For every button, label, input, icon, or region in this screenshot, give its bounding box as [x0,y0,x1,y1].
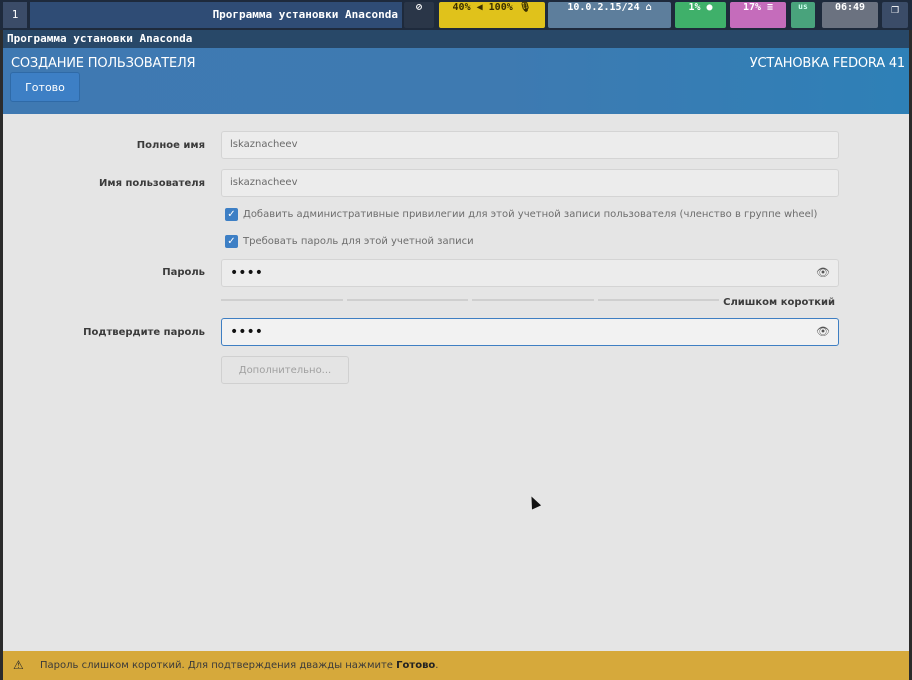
password-field[interactable]: •••• 👁 [221,259,839,287]
password-value: •••• [230,265,264,281]
warning-icon: ⚠ [13,658,24,672]
keyboard-layout-indicator[interactable]: us [791,2,815,28]
admin-checkbox[interactable]: ✓ Добавить административные привилегии д… [225,208,817,221]
window-switch-icon[interactable]: ❐ [882,2,908,28]
require-password-label: Требовать пароль для этой учетной записи [243,236,474,247]
warning-message: Пароль слишком короткий. Для подтвержден… [40,660,438,671]
warning-text-suffix: . [435,660,439,671]
fullname-value: lskaznacheev [230,139,298,150]
product-title: УСТАНОВКА FEDORA 41 [749,56,905,71]
network-indicator: 10.0.2.15/24 ⌂ [548,2,671,28]
strength-segment [221,299,343,301]
fullname-field[interactable]: lskaznacheev [221,131,839,159]
username-value: iskaznacheev [230,177,298,188]
password-strength-label: Слишком короткий [723,297,835,308]
system-status-bar: 1 Программа установки Anaconda ⊘ 40% ◀ 1… [0,0,912,30]
advanced-button[interactable]: Дополнительно... [221,356,349,384]
password-label: Пароль [162,267,205,278]
show-password-eye-icon[interactable]: 👁 [816,260,830,286]
focused-window-title: Программа установки Anaconda [30,2,402,28]
show-password-eye-icon[interactable]: 👁 [816,319,830,345]
done-button[interactable]: Готово [10,72,80,102]
confirm-password-label: Подтвердите пароль [83,327,205,338]
fullname-label: Полное имя [136,140,205,151]
cpu-indicator: 1% ● [675,2,726,28]
warning-bar[interactable]: ⚠ Пароль слишком короткий. Для подтвержд… [3,651,909,680]
confirm-password-value: •••• [230,324,264,340]
confirm-password-field[interactable]: •••• 👁 [221,318,839,346]
warning-text-bold: Готово [396,660,436,671]
strength-segment [597,299,719,301]
spoke-header: СОЗДАНИЕ ПОЛЬЗОВАТЕЛЯ УСТАНОВКА FEDORA 4… [3,48,909,114]
password-strength-bar [221,298,719,302]
app-titlebar: Программа установки Anaconda [3,30,909,48]
workspace-indicator[interactable]: 1 [3,2,27,28]
eye-off-icon: ⊘ [404,2,434,28]
checkmark-icon: ✓ [225,235,238,248]
installer-window: СОЗДАНИЕ ПОЛЬЗОВАТЕЛЯ УСТАНОВКА FEDORA 4… [3,48,909,680]
volume-indicator[interactable]: 40% ◀ 100% 🎙 [439,2,545,28]
warning-text-prefix: Пароль слишком короткий. Для подтвержден… [40,660,393,671]
checkmark-icon: ✓ [225,208,238,221]
mouse-cursor-icon [526,494,542,510]
username-label: Имя пользователя [99,178,205,189]
clock: 06:49 [822,2,878,28]
username-field[interactable]: iskaznacheev [221,169,839,197]
memory-indicator: 17% ≡ [730,2,786,28]
strength-segment [472,299,594,301]
admin-checkbox-label: Добавить административные привилегии для… [243,209,818,220]
strength-segment [346,299,468,301]
page-title: СОЗДАНИЕ ПОЛЬЗОВАТЕЛЯ [11,56,196,71]
require-password-checkbox[interactable]: ✓ Требовать пароль для этой учетной запи… [225,235,474,248]
